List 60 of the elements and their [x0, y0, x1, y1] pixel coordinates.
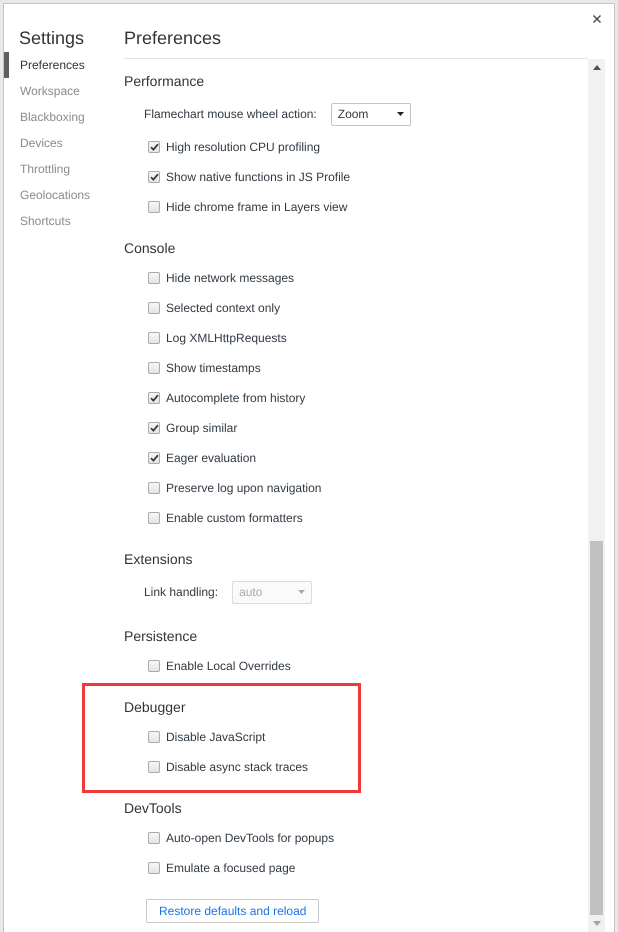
- checkbox-label[interactable]: Hide network messages: [166, 271, 294, 285]
- up-arrow-icon[interactable]: [592, 65, 600, 70]
- checkbox-label[interactable]: Show native functions in JS Profile: [166, 170, 350, 184]
- caret-down-icon: [396, 112, 404, 116]
- down-arrow-icon[interactable]: [592, 921, 600, 926]
- section-heading: Performance: [124, 72, 204, 91]
- checkbox-label[interactable]: Auto-open DevTools for popups: [166, 831, 334, 845]
- check-icon: [150, 173, 158, 181]
- checkbox-label[interactable]: Enable custom formatters: [166, 511, 303, 525]
- checkbox-label[interactable]: Log XMLHttpRequests: [166, 331, 287, 345]
- checkbox[interactable]: [148, 512, 160, 524]
- checkbox[interactable]: [148, 302, 160, 314]
- checkbox[interactable]: [148, 832, 160, 844]
- close-button[interactable]: [590, 13, 602, 25]
- dropdown[interactable]: Zoom: [330, 102, 411, 126]
- checkbox[interactable]: [148, 141, 160, 153]
- checkbox-label[interactable]: Enable Local Overrides: [166, 659, 291, 673]
- checkbox-label[interactable]: Show timestamps: [166, 361, 261, 375]
- checkbox-label[interactable]: Eager evaluation: [166, 451, 256, 465]
- sidebar-title: Settings: [19, 27, 84, 50]
- checkbox-label[interactable]: Disable async stack traces: [166, 760, 308, 774]
- checkbox[interactable]: [148, 201, 160, 213]
- section-heading: Debugger: [124, 698, 186, 717]
- scrollbar[interactable]: [588, 59, 605, 932]
- field-label: Link handling:: [144, 585, 218, 599]
- checkbox[interactable]: [148, 452, 160, 464]
- checkbox[interactable]: [148, 761, 160, 773]
- checkbox-label[interactable]: Hide chrome frame in Layers view: [166, 200, 348, 214]
- checkbox[interactable]: [148, 171, 160, 183]
- check-icon: [150, 394, 158, 402]
- checkbox[interactable]: [148, 862, 160, 874]
- check-icon: [150, 424, 158, 432]
- checkbox-label[interactable]: High resolution CPU profiling: [166, 140, 320, 154]
- checkbox-label[interactable]: Group similar: [166, 421, 238, 435]
- checkbox[interactable]: [148, 362, 160, 374]
- field-label: Flamechart mouse wheel action:: [144, 107, 317, 121]
- section-heading: Extensions: [124, 550, 192, 569]
- page-title: Preferences: [124, 27, 222, 50]
- scrollbar-thumb[interactable]: [590, 541, 603, 915]
- section-heading: DevTools: [124, 799, 182, 818]
- restore-button[interactable]: Restore defaults and reload: [146, 899, 320, 923]
- section-heading: Persistence: [124, 627, 198, 646]
- checkbox[interactable]: [148, 482, 160, 494]
- checkbox[interactable]: [148, 392, 160, 404]
- checkbox-label[interactable]: Emulate a focused page: [166, 861, 296, 875]
- checkbox[interactable]: [148, 272, 160, 284]
- checkbox-label[interactable]: Preserve log upon navigation: [166, 481, 322, 495]
- checkbox-label[interactable]: Autocomplete from history: [166, 391, 306, 405]
- check-icon: [150, 143, 158, 151]
- checkbox[interactable]: [148, 660, 160, 672]
- check-icon: [150, 454, 158, 462]
- checkbox[interactable]: [148, 332, 160, 344]
- sidebar-item[interactable]: Preferences: [4, 52, 124, 78]
- checkbox-label[interactable]: Selected context only: [166, 301, 280, 315]
- section-heading: Console: [124, 239, 176, 258]
- close-icon: [592, 15, 600, 23]
- checkbox-label[interactable]: Disable JavaScript: [166, 730, 266, 744]
- caret-down-icon: [298, 590, 306, 594]
- checkbox[interactable]: [148, 731, 160, 743]
- checkbox[interactable]: [148, 422, 160, 434]
